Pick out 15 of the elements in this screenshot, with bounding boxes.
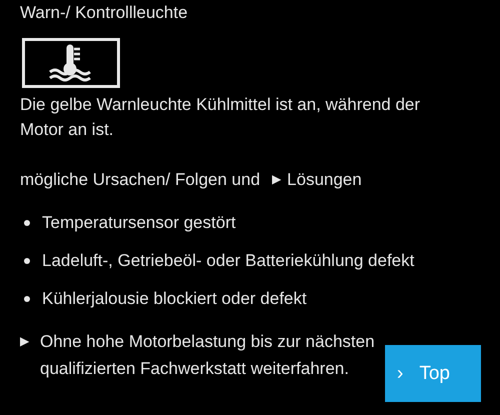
bullet-icon — [24, 220, 30, 226]
coolant-temperature-icon — [22, 38, 120, 88]
cause-text: Temperatursensor gestört — [42, 213, 236, 233]
bullet-icon — [24, 296, 30, 302]
page-title: Warn-/ Kontrollleuchte — [20, 2, 189, 24]
cause-text: Kühlerjalousie blockiert oder defekt — [42, 289, 307, 309]
cause-text: Ladeluft-, Getriebeöl- oder Batteriekühlung defekt — [42, 251, 414, 271]
causes-heading: mögliche Ursachen/ Folgen und — [20, 169, 260, 191]
solution-text: Ohne hohe Motorbelastung bis zur nächsten qualifizierten Fachwerkstatt weiterfahren. — [40, 331, 376, 380]
bullet-icon — [24, 258, 30, 264]
arrow-marker: ▶ — [272, 171, 282, 188]
arrow-marker: ▶ — [20, 333, 30, 350]
description-text: Die gelbe Warnleuchte Kühlmittel ist an, während der Motor an ist. — [20, 94, 422, 141]
top-button[interactable]: › Top — [385, 345, 481, 402]
solutions-label: Lösungen — [287, 169, 362, 191]
